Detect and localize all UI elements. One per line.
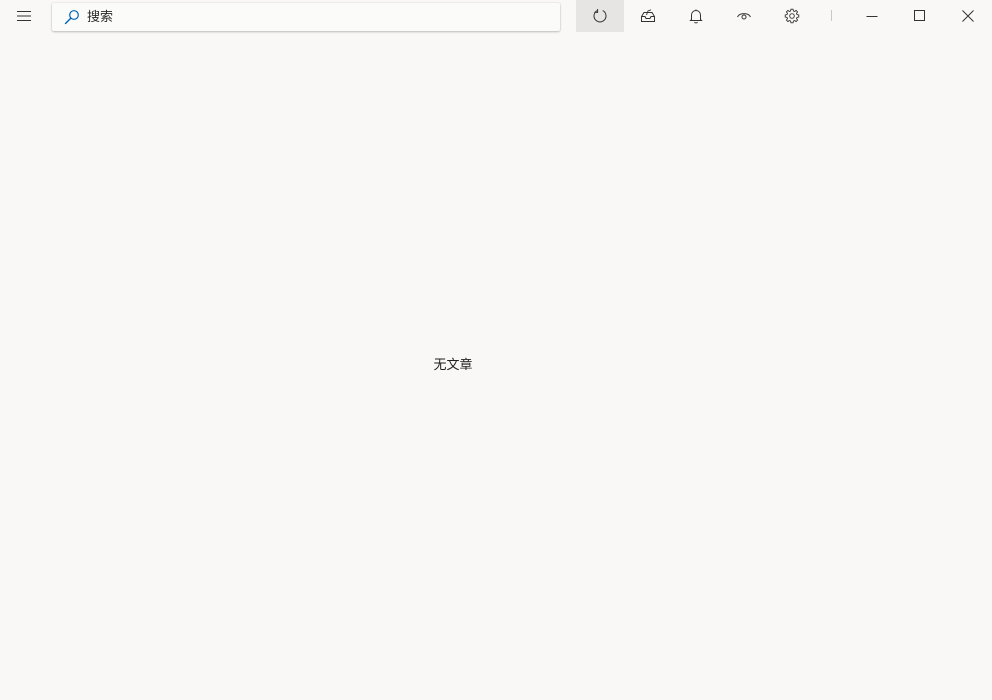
close-button[interactable] <box>944 0 992 32</box>
mark-all-read-button[interactable] <box>624 0 672 32</box>
notifications-button[interactable] <box>672 0 720 32</box>
maximize-icon <box>914 10 925 21</box>
eye-icon <box>737 13 751 20</box>
empty-state-message: 无文章 <box>433 358 473 373</box>
toolbar-separator <box>831 10 832 21</box>
hamburger-menu-icon <box>17 10 31 22</box>
search-input[interactable] <box>87 3 547 31</box>
minimize-button[interactable] <box>848 0 896 32</box>
maximize-button[interactable] <box>896 0 944 32</box>
settings-button[interactable] <box>768 0 816 32</box>
inbox-icon <box>641 9 655 22</box>
search-icon <box>64 10 79 25</box>
refresh-button[interactable] <box>576 0 624 32</box>
view-button[interactable] <box>720 0 768 32</box>
bell-icon <box>689 9 703 24</box>
minimize-icon <box>866 16 878 17</box>
close-icon <box>962 10 974 22</box>
search-box[interactable] <box>52 3 560 31</box>
gear-icon <box>784 8 800 24</box>
title-bar <box>0 0 992 32</box>
menu-button[interactable] <box>0 0 48 32</box>
refresh-icon <box>593 9 607 23</box>
